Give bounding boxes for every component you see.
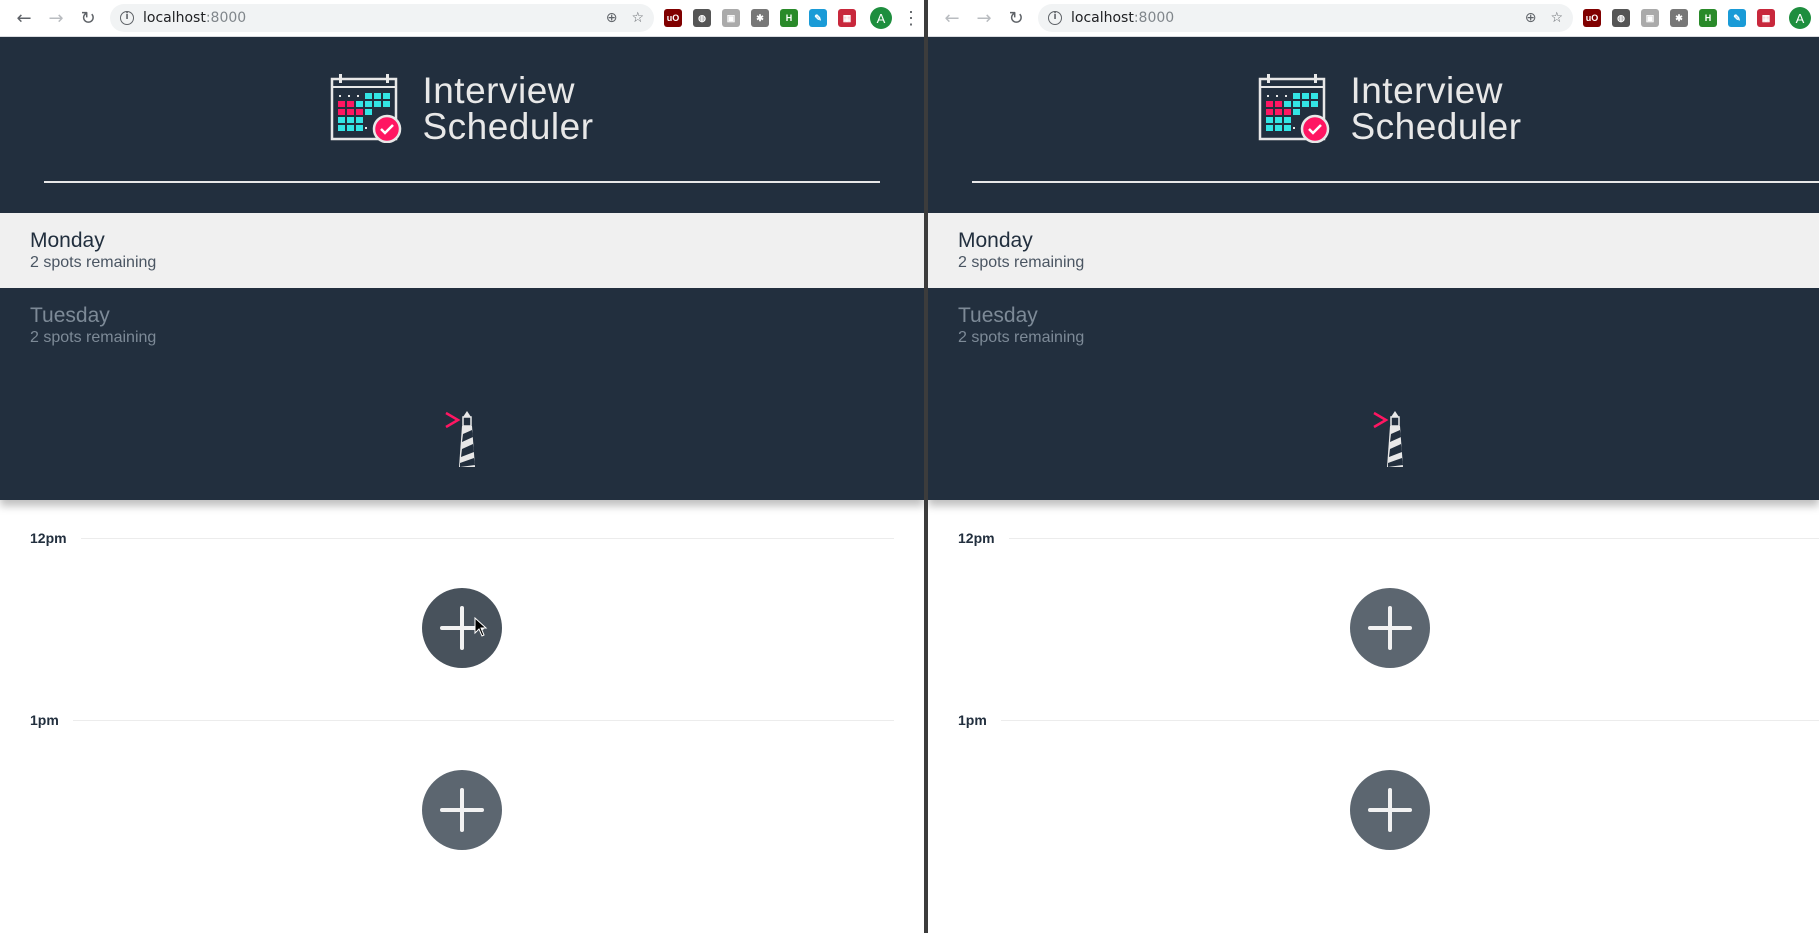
back-button[interactable]: ←: [8, 4, 40, 32]
day-name: Tuesday: [30, 304, 110, 327]
app-title-line2: Scheduler: [422, 106, 594, 147]
lighthouse-labs-logo-icon: [445, 411, 475, 467]
appointment-time: 12pm: [30, 530, 67, 546]
ublock-extension-icon[interactable]: uO: [1583, 9, 1601, 27]
appointment-time: 12pm: [958, 530, 995, 546]
appointment-slot-12pm: 12pm: [0, 500, 924, 682]
add-appointment-button[interactable]: [1350, 588, 1430, 668]
day-list-item-monday[interactable]: Monday 2 spots remaining: [928, 213, 1819, 288]
app-page: Interview Scheduler Monday 2 spots remai…: [928, 37, 1819, 933]
bug-extension-icon[interactable]: ✱: [1670, 9, 1688, 27]
day-name: Monday: [30, 229, 105, 252]
url-host: localhost: [143, 10, 206, 26]
sidebar-separator: [972, 181, 1819, 183]
day-list-item-tuesday[interactable]: Tuesday 2 spots remaining: [0, 288, 924, 363]
appointment-separator: [1008, 537, 1819, 539]
day-spots: 2 spots remaining: [30, 329, 157, 346]
app-title-line2: Scheduler: [1350, 106, 1522, 147]
address-bar[interactable]: i localhost:8000 ⊕ ☆: [110, 4, 654, 32]
privacy-badger-extension-icon[interactable]: ◍: [1612, 9, 1630, 27]
brand: Interview Scheduler: [928, 70, 1819, 147]
bug-extension-icon[interactable]: ✱: [751, 9, 769, 27]
app-page: Interview Scheduler Monday 2 spots remai…: [0, 37, 924, 933]
app-title: Interview Scheduler: [422, 70, 594, 147]
brand: Interview Scheduler: [0, 70, 924, 147]
browser-toolbar: ← → ↻ i localhost:8000 ⊕ ☆ uO ◍ ▣ ✱ H ✎ …: [0, 0, 924, 37]
extension-icon[interactable]: ▦: [1757, 9, 1775, 27]
plus-icon: [440, 788, 484, 832]
sidebar: Interview Scheduler Monday 2 spots remai…: [928, 37, 1819, 500]
day-spots: 2 spots remaining: [958, 254, 1085, 271]
schedule: 12pm 1pm: [0, 500, 924, 933]
day-list-item-tuesday[interactable]: Tuesday 2 spots remaining: [928, 288, 1819, 363]
highlighter-extension-icon[interactable]: ✎: [809, 9, 827, 27]
forward-button[interactable]: →: [968, 4, 1000, 32]
zoom-icon[interactable]: ⊕: [606, 10, 618, 26]
appointment-time: 1pm: [30, 712, 59, 728]
address-bar[interactable]: i localhost:8000 ⊕ ☆: [1038, 4, 1573, 32]
screenshot-extension-icon[interactable]: ▣: [722, 9, 740, 27]
url-host: localhost: [1071, 10, 1134, 26]
calendar-logo-icon: [331, 74, 402, 143]
calendar-logo-icon: [1259, 74, 1330, 143]
add-appointment-button[interactable]: [422, 588, 502, 668]
url-port: :8000: [1133, 10, 1175, 26]
day-spots: 2 spots remaining: [958, 329, 1085, 346]
appointment-slot-1pm: 1pm: [928, 682, 1819, 864]
screenshot-extension-icon[interactable]: ▣: [1641, 9, 1659, 27]
app-title-line1: Interview: [1350, 70, 1503, 111]
profile-avatar[interactable]: A: [1789, 7, 1811, 29]
day-name: Monday: [958, 229, 1033, 252]
app-title-line1: Interview: [422, 70, 575, 111]
appointment-separator: [72, 719, 894, 721]
html-extension-icon[interactable]: H: [1699, 9, 1717, 27]
browser-window-left: ← → ↻ i localhost:8000 ⊕ ☆ uO ◍ ▣ ✱ H ✎ …: [0, 0, 924, 933]
schedule: 12pm 1pm: [928, 500, 1819, 933]
reload-button[interactable]: ↻: [72, 4, 104, 32]
appointment-separator: [80, 537, 894, 539]
plus-icon: [1368, 788, 1412, 832]
sidebar-separator: [44, 181, 880, 183]
plus-icon: [1368, 606, 1412, 650]
site-info-icon[interactable]: i: [1048, 11, 1062, 25]
reload-button[interactable]: ↻: [1000, 4, 1032, 32]
sidebar: Interview Scheduler Monday 2 spots remai…: [0, 37, 924, 500]
privacy-badger-extension-icon[interactable]: ◍: [693, 9, 711, 27]
browser-toolbar: ← → ↻ i localhost:8000 ⊕ ☆ uO ◍ ▣ ✱ H ✎ …: [928, 0, 1819, 37]
forward-button[interactable]: →: [40, 4, 72, 32]
mouse-cursor-icon: [474, 617, 488, 637]
appointment-separator: [1000, 719, 1819, 721]
lighthouse-labs-logo-icon: [1373, 411, 1403, 467]
day-name: Tuesday: [958, 304, 1038, 327]
back-button[interactable]: ←: [936, 4, 968, 32]
add-appointment-button[interactable]: [422, 770, 502, 850]
zoom-icon[interactable]: ⊕: [1525, 10, 1537, 26]
bookmark-star-icon[interactable]: ☆: [631, 10, 644, 26]
appointment-time: 1pm: [958, 712, 987, 728]
day-list-item-monday[interactable]: Monday 2 spots remaining: [0, 213, 924, 288]
add-appointment-button[interactable]: [1350, 770, 1430, 850]
html-extension-icon[interactable]: H: [780, 9, 798, 27]
bookmark-star-icon[interactable]: ☆: [1550, 10, 1563, 26]
appointment-slot-1pm: 1pm: [0, 682, 924, 864]
ublock-extension-icon[interactable]: uO: [664, 9, 682, 27]
two-browser-windows: ← → ↻ i localhost:8000 ⊕ ☆ uO ◍ ▣ ✱ H ✎ …: [0, 0, 1819, 933]
highlighter-extension-icon[interactable]: ✎: [1728, 9, 1746, 27]
profile-avatar[interactable]: A: [870, 7, 892, 29]
day-spots: 2 spots remaining: [30, 254, 157, 271]
site-info-icon[interactable]: i: [120, 11, 134, 25]
appointment-slot-12pm: 12pm: [928, 500, 1819, 682]
app-title: Interview Scheduler: [1350, 70, 1522, 147]
browser-window-right: ← → ↻ i localhost:8000 ⊕ ☆ uO ◍ ▣ ✱ H ✎ …: [928, 0, 1819, 933]
extension-icon[interactable]: ▦: [838, 9, 856, 27]
url-port: :8000: [205, 10, 247, 26]
browser-menu-icon[interactable]: ⋮: [902, 8, 920, 29]
